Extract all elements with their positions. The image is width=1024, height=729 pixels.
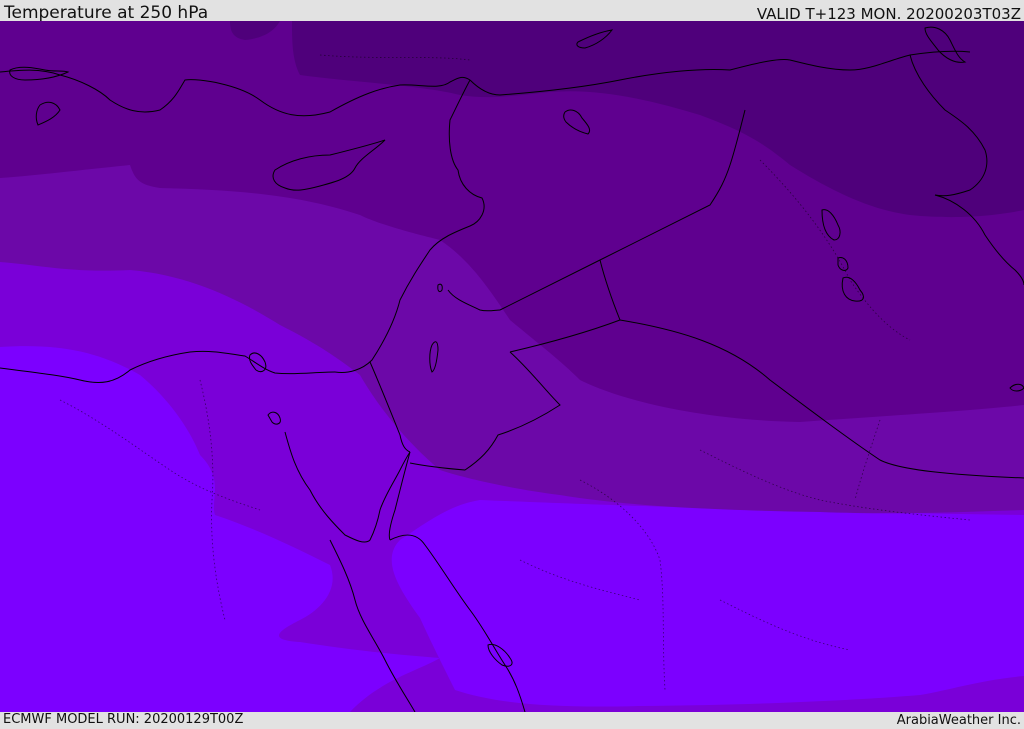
model-run-label: ECMWF MODEL RUN: 20200129T00Z [3, 712, 244, 727]
map-canvas [0, 21, 1024, 712]
chart-title: Temperature at 250 hPa [4, 3, 209, 23]
map-figure: Temperature at 250 hPa VALID T+123 MON. … [0, 0, 1024, 729]
footer-bar: ECMWF MODEL RUN: 20200129T00Z ArabiaWeat… [0, 712, 1024, 729]
credit-label: ArabiaWeather Inc. [896, 713, 1021, 728]
header-bar: Temperature at 250 hPa VALID T+123 MON. … [0, 0, 1024, 23]
temperature-map [0, 21, 1024, 712]
